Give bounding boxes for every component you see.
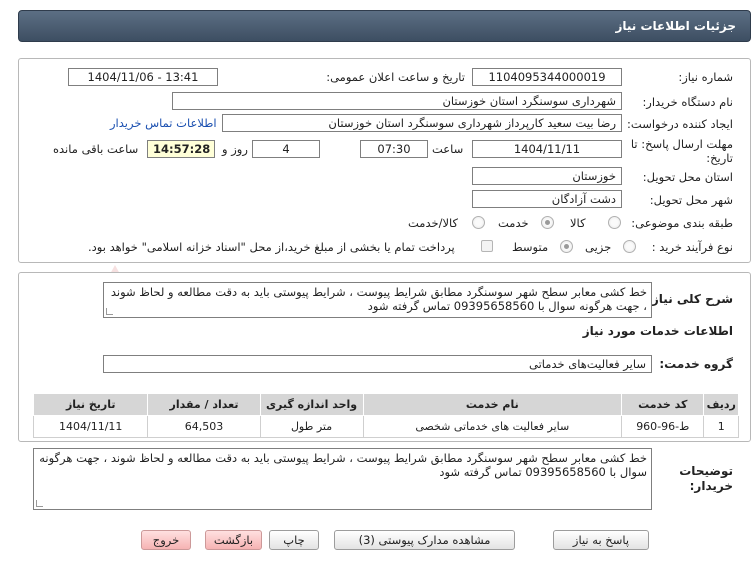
- category-goods-service-label: کالا/خدمت: [408, 216, 459, 230]
- page-title: جزئیات اطلاعات نیاز: [615, 19, 736, 33]
- col-need-date: تاریخ نیاز: [32, 393, 149, 416]
- remaining-time-field: 14:57:28: [147, 140, 215, 158]
- process-radio-medium[interactable]: [560, 240, 573, 253]
- col-service-name: نام خدمت: [362, 393, 623, 416]
- cell-row-number: 1: [703, 415, 739, 438]
- deadline-time-label: ساعت: [432, 142, 464, 156]
- remaining-days-field[interactable]: 4: [252, 140, 320, 158]
- announce-date-field[interactable]: 1404/11/06 - 13:41: [68, 68, 218, 86]
- buyer-contact-link[interactable]: اطلاعات تماس خریدار: [110, 116, 217, 130]
- description-text: خط کشی معابر سطح شهر سوسنگرد مطابق شرایط…: [110, 285, 647, 313]
- buyer-notes-label: توضیحات: [679, 464, 733, 478]
- remaining-time-label: ساعت باقی مانده: [53, 142, 139, 156]
- col-service-code: کد خدمت: [621, 393, 705, 416]
- cell-service-code: ط-96-960: [621, 415, 705, 438]
- city-label: شهر محل تحویل:: [649, 193, 733, 207]
- resize-handle-icon[interactable]: [106, 308, 113, 315]
- buyer-notes-textarea[interactable]: خط کشی معابر سطح شهر سوسنگرد مطابق شرایط…: [33, 448, 652, 510]
- deadline-time-field[interactable]: 07:30: [360, 140, 428, 158]
- col-unit: واحد اندازه گیری: [259, 393, 364, 416]
- announce-date-label: تاریخ و ساعت اعلان عمومی:: [326, 70, 465, 84]
- buyer-name-field[interactable]: شهرداری سوسنگرد استان خوزستان: [172, 92, 622, 110]
- print-button[interactable]: چاپ: [269, 530, 319, 550]
- buyer-notes-text: خط کشی معابر سطح شهر سوسنگرد مطابق شرایط…: [39, 451, 647, 479]
- col-quantity: تعداد / مقدار: [147, 393, 261, 416]
- service-group-field[interactable]: سایر فعالیت‌های خدماتی: [103, 355, 652, 373]
- cell-need-date: 1404/11/11: [32, 415, 149, 438]
- need-number-label: شماره نیاز:: [678, 70, 733, 84]
- page-title-bar: جزئیات اطلاعات نیاز: [18, 10, 751, 42]
- table-header-row: ردیف کد خدمت نام خدمت واحد اندازه گیری ت…: [32, 393, 739, 416]
- cell-quantity: 64,503: [147, 415, 261, 438]
- treasury-note: پرداخت تمام یا بخشی از مبلغ خرید،از محل …: [88, 240, 455, 254]
- city-field[interactable]: دشت آزادگان: [472, 190, 622, 208]
- creator-field[interactable]: رضا بیت سعید کارپرداز شهرداری سوسنگرد اس…: [222, 114, 622, 132]
- buyer-notes-label-2: خریدار:: [689, 479, 733, 493]
- process-type-label: نوع فرآیند خرید :: [651, 240, 733, 254]
- need-info-panel: [18, 58, 751, 263]
- cell-unit: متر طول: [259, 415, 364, 438]
- services-section-title: اطلاعات خدمات مورد نیاز: [582, 324, 733, 338]
- category-goods-label: کالا: [570, 216, 586, 230]
- cell-service-name: سایر فعالیت های خدماتی شخصی: [362, 415, 623, 438]
- table-row: 1 ط-96-960 سایر فعالیت های خدماتی شخصی م…: [32, 415, 739, 438]
- treasury-checkbox[interactable]: [481, 240, 493, 252]
- days-label: روز و: [222, 142, 248, 156]
- back-button[interactable]: بازگشت: [205, 530, 262, 550]
- exit-button[interactable]: خروج: [141, 530, 191, 550]
- province-label: استان محل تحویل:: [642, 170, 733, 184]
- description-textarea[interactable]: خط کشی معابر سطح شهر سوسنگرد مطابق شرایط…: [103, 282, 652, 318]
- category-service-label: خدمت: [498, 216, 529, 230]
- category-label: طبقه بندی موضوعی:: [631, 216, 733, 230]
- category-radio-goods-service[interactable]: [472, 216, 485, 229]
- resize-handle-icon[interactable]: [36, 500, 43, 507]
- deadline-label-2: تاریخ:: [706, 151, 733, 165]
- col-row-number: ردیف: [703, 393, 739, 416]
- deadline-date-field[interactable]: 1404/11/11: [472, 140, 622, 158]
- process-radio-minor[interactable]: [623, 240, 636, 253]
- process-medium-label: متوسط: [512, 240, 549, 254]
- buyer-name-label: نام دستگاه خریدار:: [642, 95, 733, 109]
- process-minor-label: جزیی: [585, 240, 612, 254]
- need-number-field[interactable]: 1104095344000019: [472, 68, 622, 86]
- reply-button[interactable]: پاسخ به نیاز: [553, 530, 649, 550]
- attachments-button[interactable]: مشاهده مدارک پیوستی (3): [334, 530, 515, 550]
- province-field[interactable]: خوزستان: [472, 167, 622, 185]
- description-label: شرح کلی نیاز:: [647, 292, 733, 306]
- category-radio-goods[interactable]: [608, 216, 621, 229]
- creator-label: ایجاد کننده درخواست:: [627, 117, 733, 131]
- services-table: ردیف کد خدمت نام خدمت واحد اندازه گیری ت…: [32, 393, 739, 438]
- category-radio-service[interactable]: [541, 216, 554, 229]
- deadline-label: مهلت ارسال پاسخ: تا: [630, 137, 733, 151]
- service-group-label: گروه خدمت:: [659, 357, 733, 371]
